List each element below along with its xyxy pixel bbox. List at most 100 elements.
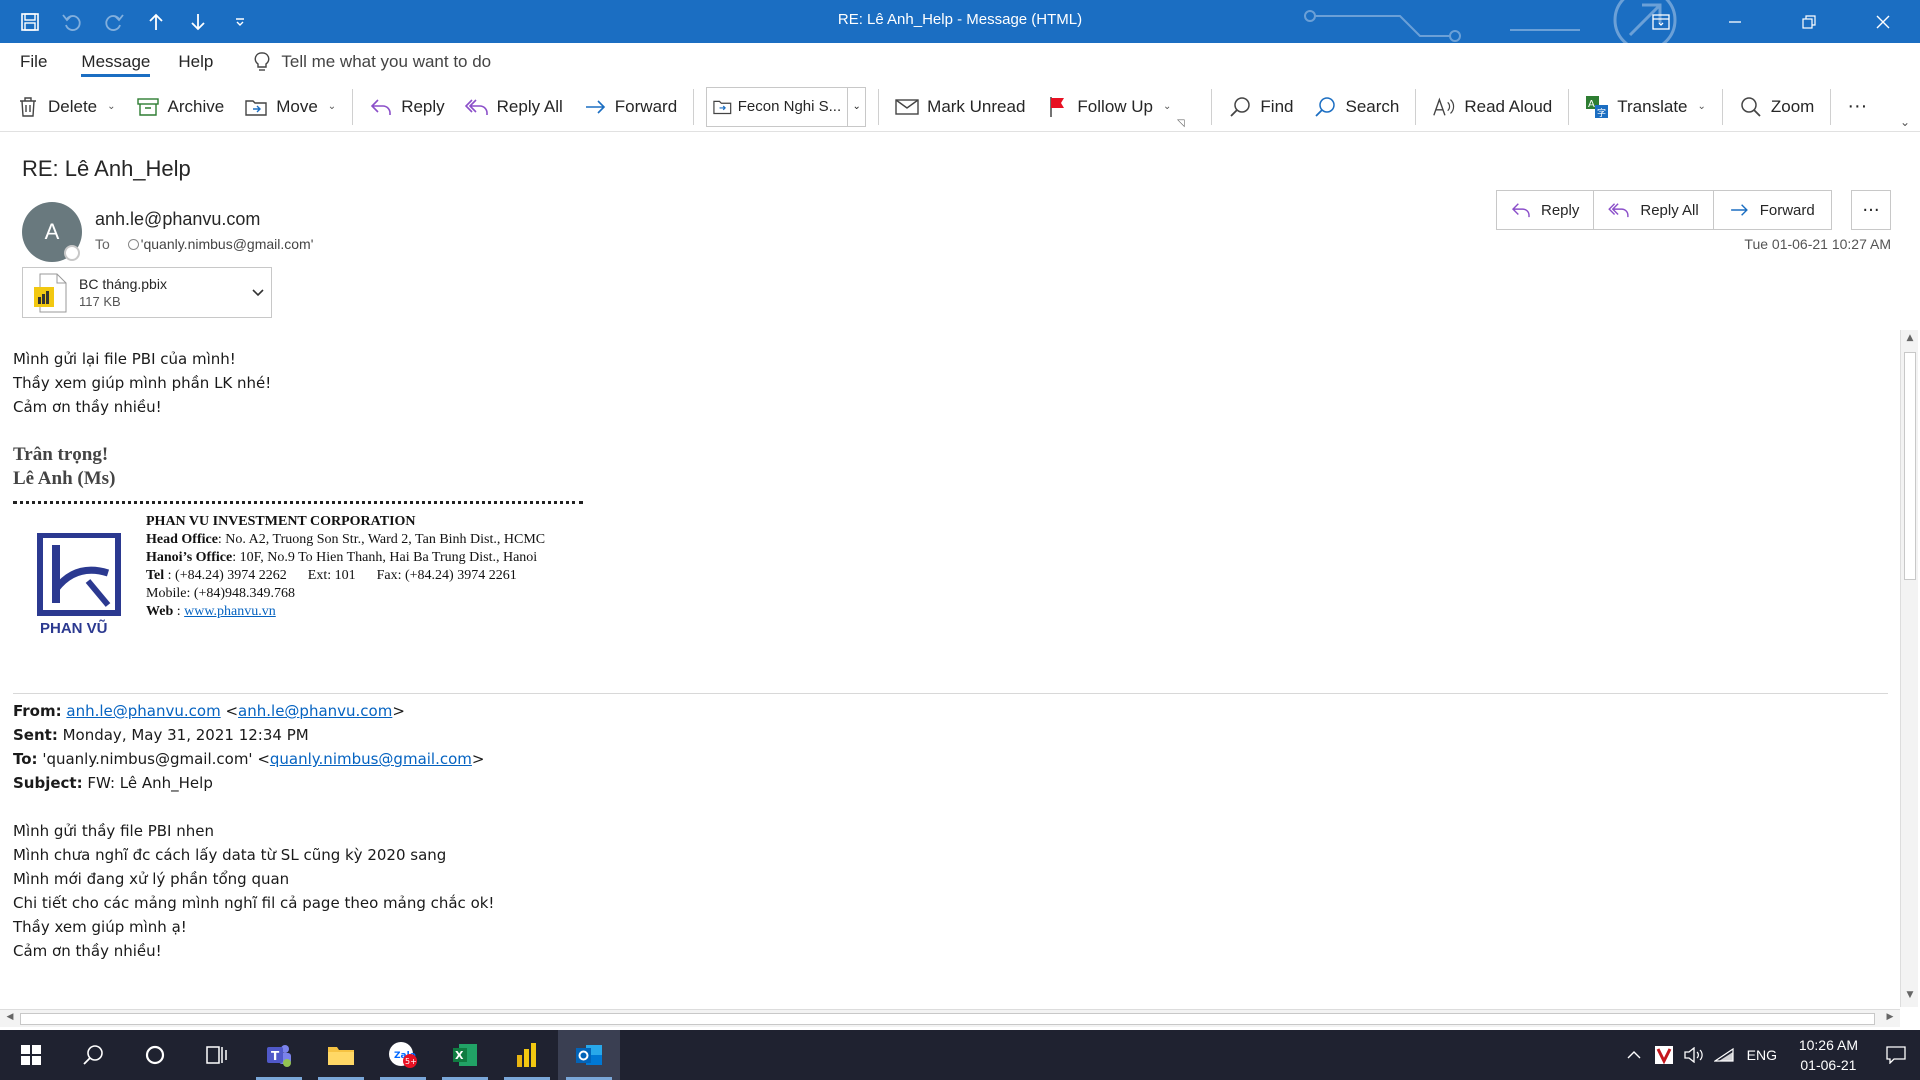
collapse-ribbon-icon[interactable]: ⌄ bbox=[1900, 115, 1910, 129]
powerbi-icon[interactable] bbox=[496, 1030, 558, 1080]
follow-up-button[interactable]: Follow Up ⌄ bbox=[1035, 87, 1181, 127]
reply-all-label: Reply All bbox=[1640, 201, 1699, 219]
chevron-down-icon[interactable] bbox=[245, 286, 271, 300]
from-link[interactable]: anh.le@phanvu.com bbox=[238, 702, 392, 720]
quick-step-item[interactable]: Fecon Nghi S... bbox=[707, 98, 847, 116]
scroll-down-icon[interactable]: ▼ bbox=[1903, 990, 1917, 1004]
cortana-icon[interactable] bbox=[124, 1030, 186, 1080]
reply-icon bbox=[369, 95, 393, 119]
dialog-launcher-icon[interactable]: ◹ bbox=[1177, 118, 1185, 129]
outlook-icon[interactable] bbox=[558, 1030, 620, 1080]
reply-all-button[interactable]: Reply All bbox=[455, 87, 573, 127]
show-hidden-icons-icon[interactable] bbox=[1619, 1030, 1649, 1080]
quoted-line: Mình gửi thầy file PBI nhen bbox=[13, 822, 214, 840]
zoom-button[interactable]: Zoom bbox=[1729, 87, 1824, 127]
recipients-row: To 'quanly.nimbus@gmail.com' bbox=[95, 236, 313, 252]
reply-button[interactable]: Reply bbox=[359, 87, 454, 127]
ribbon-tabs: File Message Help Tell me what you want … bbox=[0, 43, 1920, 81]
tell-me-text: Tell me what you want to do bbox=[281, 52, 492, 71]
reply-all-label: Reply All bbox=[496, 96, 563, 116]
notification-center-icon[interactable] bbox=[1872, 1030, 1920, 1080]
forward-label: Forward bbox=[1759, 201, 1815, 219]
quoted-line: Cảm ơn thầy nhiều! bbox=[13, 942, 162, 960]
quoted-line: Mình mới đang xử lý phần tổng quan bbox=[13, 870, 290, 888]
tell-me-box[interactable]: Tell me what you want to do bbox=[253, 51, 491, 73]
read-aloud-button[interactable]: Read Aloud bbox=[1422, 87, 1562, 127]
scroll-left-icon[interactable]: ◀ bbox=[3, 1012, 17, 1022]
task-view-icon[interactable] bbox=[186, 1030, 248, 1080]
tab-help[interactable]: Help bbox=[164, 43, 227, 81]
phan-vu-logo: PHAN VŨ bbox=[36, 532, 124, 643]
scroll-up-icon[interactable]: ▲ bbox=[1903, 333, 1917, 347]
signature-divider bbox=[13, 500, 583, 504]
chevron-down-icon[interactable]: ⌄ bbox=[1163, 101, 1171, 112]
wifi-icon[interactable] bbox=[1709, 1030, 1739, 1080]
read-aloud-icon bbox=[1432, 95, 1456, 119]
move-button[interactable]: Move ⌄ bbox=[234, 87, 346, 127]
ribbon-separator bbox=[352, 88, 354, 125]
to-link[interactable]: quanly.nimbus@gmail.com bbox=[270, 750, 472, 768]
close-icon[interactable] bbox=[1846, 0, 1920, 43]
quote-divider bbox=[13, 693, 1888, 694]
attachment-card[interactable]: BC tháng.pbix 117 KB bbox=[22, 267, 272, 318]
title-bar: RE: Lê Anh_Help - Message (HTML) bbox=[0, 0, 1920, 43]
vertical-scrollbar[interactable]: ▲ ▼ bbox=[1900, 330, 1918, 1007]
scroll-thumb[interactable] bbox=[20, 1013, 1875, 1025]
body-line: Mình gửi lại file PBI của mình! bbox=[13, 350, 236, 368]
message-date: Tue 01-06-21 10:27 AM bbox=[1744, 236, 1891, 252]
from-link[interactable]: anh.le@phanvu.com bbox=[66, 702, 220, 720]
chevron-down-icon[interactable]: ⌄ bbox=[1698, 101, 1706, 112]
attachment-info: BC tháng.pbix 117 KB bbox=[79, 276, 245, 309]
web-link[interactable]: www.phanvu.vn bbox=[184, 604, 276, 619]
ribbon-separator bbox=[1415, 88, 1417, 125]
sender-address[interactable]: anh.le@phanvu.com bbox=[95, 209, 260, 230]
minimize-icon[interactable] bbox=[1698, 0, 1772, 43]
forward-button[interactable]: Forward bbox=[1714, 191, 1831, 229]
language-indicator[interactable]: ENG bbox=[1739, 1030, 1785, 1080]
translate-button[interactable]: A字 Translate ⌄ bbox=[1575, 87, 1716, 127]
restore-window-icon[interactable] bbox=[1772, 0, 1846, 43]
quick-steps-gallery[interactable]: Fecon Nghi S... ⌄ bbox=[706, 86, 867, 127]
forward-icon bbox=[1730, 204, 1748, 216]
volume-icon[interactable] bbox=[1679, 1030, 1709, 1080]
tab-file[interactable]: File bbox=[0, 43, 61, 81]
quick-steps-more-icon[interactable]: ⌄ bbox=[847, 87, 865, 126]
lightbulb-icon bbox=[254, 52, 270, 71]
archive-button[interactable]: Archive bbox=[126, 87, 235, 127]
ribbon-separator bbox=[1830, 88, 1832, 125]
excel-icon[interactable]: X bbox=[434, 1030, 496, 1080]
find-button[interactable]: Find bbox=[1218, 87, 1303, 127]
more-commands-button[interactable]: ··· bbox=[1837, 87, 1877, 127]
reply-all-button[interactable]: Reply All bbox=[1594, 191, 1714, 229]
restore-ribbon-icon[interactable] bbox=[1624, 0, 1698, 43]
tab-message[interactable]: Message bbox=[67, 43, 164, 81]
taskbar: T Zalo 5+ X ENG 10:26 AM 01-06-21 bbox=[0, 1030, 1920, 1080]
antivirus-icon[interactable] bbox=[1649, 1030, 1679, 1080]
reply-all-icon bbox=[464, 95, 489, 119]
recipient-address[interactable]: 'quanly.nimbus@gmail.com' bbox=[141, 236, 314, 252]
file-explorer-icon[interactable] bbox=[310, 1030, 372, 1080]
horizontal-scrollbar[interactable]: ◀ ▶ bbox=[0, 1009, 1900, 1027]
reading-actions: Reply Reply All Forward bbox=[1496, 190, 1832, 230]
delete-button[interactable]: Delete ⌄ bbox=[0, 87, 126, 127]
corp-web: Web : www.phanvu.vn bbox=[146, 604, 276, 619]
attachment-size: 117 KB bbox=[79, 294, 121, 309]
scroll-thumb[interactable] bbox=[1904, 352, 1916, 580]
reply-button[interactable]: Reply bbox=[1497, 191, 1595, 229]
chevron-down-icon[interactable]: ⌄ bbox=[107, 101, 115, 112]
teams-icon[interactable]: T bbox=[248, 1030, 310, 1080]
more-actions-button[interactable]: ··· bbox=[1851, 190, 1891, 230]
corp-head-office: Head Office: No. A2, Truong Son Str., Wa… bbox=[146, 532, 546, 547]
presence-indicator bbox=[64, 245, 80, 261]
mark-unread-button[interactable]: Mark Unread bbox=[885, 87, 1035, 127]
clock[interactable]: 10:26 AM 01-06-21 bbox=[1785, 1035, 1872, 1075]
windows-start-icon[interactable] bbox=[0, 1030, 62, 1080]
forward-button[interactable]: Forward bbox=[573, 87, 687, 127]
zalo-icon[interactable]: Zalo 5+ bbox=[372, 1030, 434, 1080]
ribbon-separator bbox=[693, 88, 695, 125]
search-button[interactable]: Search bbox=[1303, 87, 1409, 127]
chevron-down-icon[interactable]: ⌄ bbox=[328, 101, 336, 112]
quoted-line: Chi tiết cho các mảng mình nghĩ fil cả p… bbox=[13, 894, 495, 912]
search-icon[interactable] bbox=[62, 1030, 124, 1080]
scroll-right-icon[interactable]: ▶ bbox=[1883, 1012, 1897, 1022]
